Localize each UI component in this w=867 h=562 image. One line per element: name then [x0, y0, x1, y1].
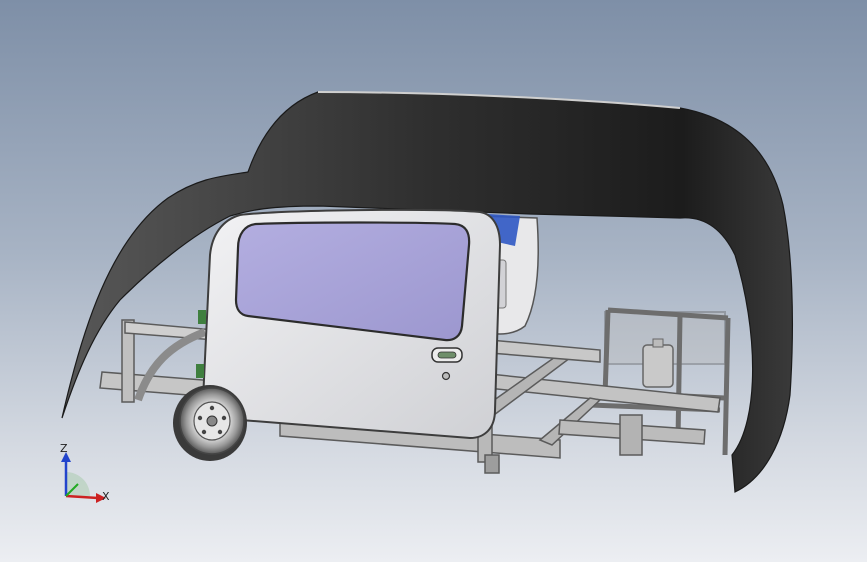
door-lock-icon[interactable] — [441, 371, 451, 381]
cad-viewport[interactable]: Z X — [0, 0, 867, 562]
door-handle-icon[interactable] — [431, 347, 463, 363]
door-hinge — [198, 310, 206, 324]
door-hinge — [196, 364, 204, 378]
z-axis-label: Z — [60, 442, 68, 455]
x-axis-label: X — [102, 490, 110, 503]
wheel-icon[interactable] — [173, 385, 247, 461]
rear-tank[interactable] — [642, 338, 674, 388]
vehicle-model[interactable] — [0, 0, 867, 562]
triad-icon: Z X — [40, 438, 130, 518]
